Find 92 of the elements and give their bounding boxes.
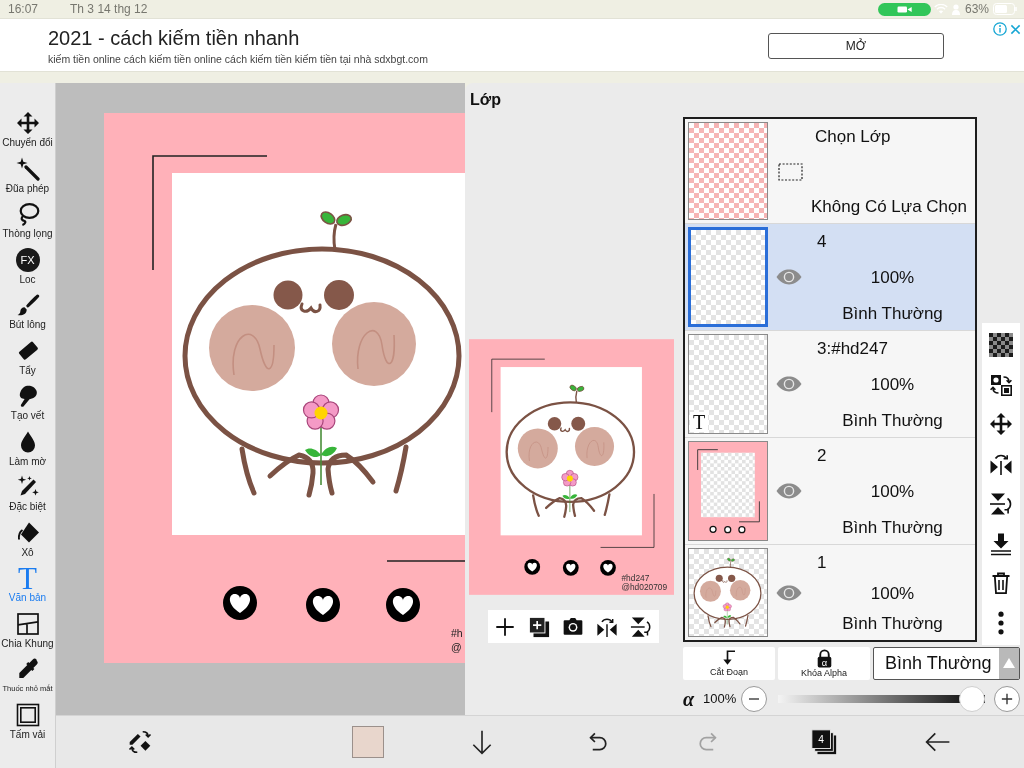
decrease-button[interactable] bbox=[741, 686, 767, 712]
move-tool[interactable]: Chuyển đổi bbox=[0, 111, 55, 157]
wifi-icon bbox=[933, 4, 948, 14]
dashed-rect-icon bbox=[778, 163, 803, 181]
layer-row[interactable]: 2 100% Bình Thường bbox=[685, 438, 975, 545]
text-layer-mark: T bbox=[690, 412, 709, 432]
open-button[interactable]: MỞ bbox=[768, 33, 944, 59]
layer-blend-mode: Bình Thường bbox=[842, 411, 943, 431]
text-tool[interactable]: T Văn bản bbox=[0, 566, 55, 612]
filter-tool[interactable]: FX Loc bbox=[0, 247, 55, 293]
fx-symbol: FX bbox=[15, 247, 40, 272]
flip-horizontal-icon bbox=[989, 452, 1013, 477]
canvas-tool[interactable]: Tấm vải bbox=[0, 702, 55, 748]
square-frame-icon bbox=[15, 702, 40, 727]
camera-icon bbox=[562, 615, 584, 638]
person-icon bbox=[951, 3, 960, 15]
layer-row[interactable]: 1 100% Bình Thường bbox=[685, 545, 975, 640]
eraser-tool[interactable]: Tẩy bbox=[0, 338, 55, 384]
smudge-tool[interactable]: Tạo vết bbox=[0, 384, 55, 430]
brush-icon bbox=[15, 293, 40, 317]
layer-blend-mode: Bình Thường bbox=[842, 304, 943, 324]
text-tool-symbol: T bbox=[18, 566, 37, 590]
panels-icon bbox=[15, 611, 40, 636]
layer-opacity: 100% bbox=[870, 268, 915, 288]
layer-blend-mode: Bình Thường bbox=[842, 614, 943, 634]
layer-name: 1 bbox=[816, 553, 827, 573]
layer-opacity: 100% bbox=[870, 482, 915, 502]
add-icon bbox=[494, 615, 516, 638]
flip-vertical-icon bbox=[989, 491, 1013, 516]
selection-layer-row[interactable]: Chọn Lớp Không Có Lựa Chọn bbox=[685, 119, 975, 224]
eye-icon[interactable] bbox=[776, 584, 802, 601]
brush-eraser-icon bbox=[127, 729, 153, 755]
sparkle-pen-icon bbox=[15, 475, 40, 499]
caret-icon bbox=[999, 648, 1019, 679]
layer-row[interactable]: T 3:#hd247 100% Bình Thường bbox=[685, 331, 975, 438]
eye-icon[interactable] bbox=[776, 483, 802, 499]
selection-title: Chọn Lớp bbox=[815, 127, 891, 147]
opacity-reading: 100% bbox=[703, 691, 738, 707]
move-icon bbox=[15, 111, 40, 135]
more-icon bbox=[998, 611, 1004, 636]
alpha-lock-button[interactable]: α Khóa Alpha bbox=[778, 647, 870, 680]
corner-line bbox=[600, 493, 655, 548]
layer-name: 3:#hd247 bbox=[816, 339, 888, 359]
selection-status: Không Có Lựa Chọn bbox=[811, 197, 967, 217]
ad-title[interactable]: 2021 - cách kiếm tiền nhanh bbox=[48, 26, 768, 50]
fill-tool[interactable]: Xô bbox=[0, 520, 55, 566]
swap-tools-button[interactable] bbox=[127, 729, 153, 755]
close-icon[interactable] bbox=[1010, 23, 1021, 35]
slider-thumb[interactable] bbox=[959, 686, 985, 712]
checkerboard-icon bbox=[989, 332, 1013, 357]
caption-text: #h bbox=[451, 627, 463, 639]
layer-name: 4 bbox=[816, 232, 827, 252]
layer-name: 2 bbox=[816, 446, 827, 466]
character-drawing bbox=[693, 557, 762, 628]
battery-icon bbox=[993, 3, 1018, 15]
special-tool[interactable]: Đặc biệt bbox=[0, 475, 55, 521]
alpha-symbol: α bbox=[683, 688, 696, 710]
status-date: Th 3 14 thg 12 bbox=[70, 2, 148, 16]
eye-icon[interactable] bbox=[776, 269, 802, 285]
flip-vertical-icon bbox=[630, 615, 652, 638]
ad-description[interactable]: kiếm tiền online cách kiếm tiền online cách kiếm tiền kiếm tiền tại nhà sdxbgt.com bbox=[48, 52, 768, 66]
eye-icon[interactable] bbox=[776, 376, 802, 392]
info-icon[interactable] bbox=[993, 22, 1007, 36]
lasso-tool[interactable]: Thòng lọng bbox=[0, 202, 55, 248]
panel-title: Lớp bbox=[469, 91, 501, 109]
corner-line bbox=[491, 358, 546, 413]
increase-button[interactable] bbox=[994, 686, 1020, 712]
layer-opacity: 100% bbox=[870, 583, 915, 604]
magic-wand-icon bbox=[15, 156, 40, 181]
plus-icon bbox=[1001, 693, 1013, 705]
merge-down-icon bbox=[989, 531, 1013, 556]
status-time: 16:07 bbox=[8, 2, 39, 16]
add-layer-icon bbox=[528, 615, 550, 638]
swap-layers-icon bbox=[989, 372, 1013, 397]
layer-blend-mode: Bình Thường bbox=[842, 518, 943, 538]
blend-mode-dropdown[interactable]: Bình Thường bbox=[873, 647, 1020, 680]
blur-tool[interactable]: Làm mờ bbox=[0, 429, 55, 475]
move-icon bbox=[989, 412, 1013, 437]
color-swatch[interactable] bbox=[352, 726, 384, 758]
caption-text: @hd020709 bbox=[621, 582, 668, 593]
camera-indicator-icon bbox=[877, 2, 931, 16]
caption-text: #hd247 bbox=[621, 572, 650, 583]
magic-wand-tool[interactable]: Đũa phép bbox=[0, 156, 55, 202]
layer-opacity: 100% bbox=[870, 375, 915, 395]
clip-button[interactable]: Cắt Đoạn bbox=[683, 647, 775, 680]
frame-divider-tool[interactable]: Chia Khung bbox=[0, 611, 55, 657]
caption-text: @ bbox=[451, 641, 462, 653]
flip-horizontal-icon bbox=[596, 615, 618, 638]
bucket-icon bbox=[15, 520, 40, 545]
brush-tool[interactable]: Bút lông bbox=[0, 293, 55, 339]
layer-row[interactable]: 4 100% Bình Thường bbox=[685, 224, 975, 331]
battery-percent: 63% bbox=[964, 2, 989, 16]
